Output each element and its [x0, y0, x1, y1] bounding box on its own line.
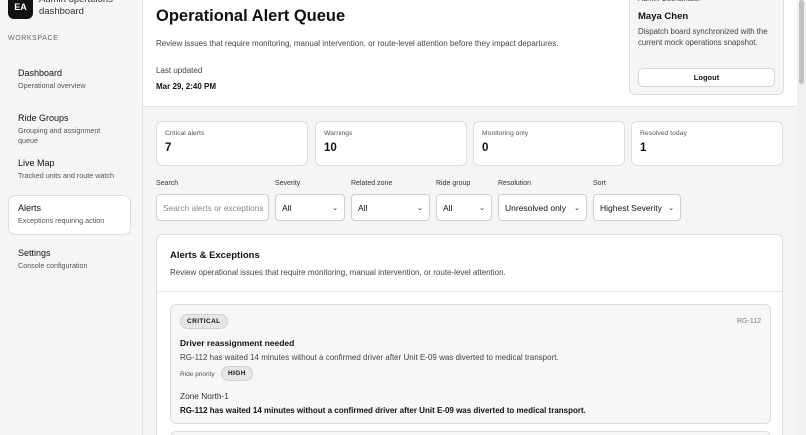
chevron-down-icon: ⌄ — [332, 204, 338, 212]
sidebar-item-label: Alerts — [18, 203, 42, 213]
stat-label: Resolved today — [640, 130, 687, 137]
page-header: Operational Alert Queue Review issues th… — [143, 0, 797, 107]
sidebar-item-subtitle: Grouping and assignment queue — [18, 126, 101, 145]
ride-group-label: Ride group — [436, 180, 471, 187]
priority-badge: HIGH — [221, 366, 253, 381]
sidebar-item-label: Settings — [18, 248, 51, 258]
stat-label: Monitoring only — [482, 130, 529, 137]
zone-label: Related zone — [351, 180, 393, 187]
severity-value: All — [282, 202, 292, 213]
severity-select[interactable]: All ⌄ — [275, 194, 345, 221]
alerts-panel-description: Review operational issues that require m… — [170, 268, 506, 277]
logout-button[interactable]: Logout — [638, 68, 775, 87]
search-input[interactable]: Search alerts or exceptions — [156, 194, 269, 221]
sidebar-item-live-map[interactable]: Live Map Tracked units and route watch — [8, 150, 131, 190]
stat-label: Warnings — [324, 130, 353, 137]
page-description: Review issues that require monitoring, m… — [156, 39, 559, 48]
sidebar-item-label: Dashboard — [18, 68, 63, 78]
chevron-down-icon: ⌄ — [574, 204, 580, 212]
sidebar-item-subtitle: Console configuration — [18, 261, 88, 270]
sidebar-nav: Dashboard Operational overview Ride Grou… — [8, 60, 131, 285]
stat-value: 10 — [324, 142, 337, 154]
sidebar-item-dashboard[interactable]: Dashboard Operational overview — [8, 60, 131, 100]
ride-group-value: All — [443, 202, 453, 213]
resolution-value: Unresolved only — [505, 202, 566, 213]
sidebar-item-subtitle: Tracked units and route watch — [18, 171, 115, 180]
chevron-down-icon: ⌄ — [479, 204, 485, 212]
alert-ride-group-id: RG-112 — [737, 318, 761, 325]
chevron-down-icon: ⌄ — [417, 204, 423, 212]
stat-value: 7 — [165, 142, 172, 154]
sort-label: Sort — [593, 180, 606, 187]
alerts-panel-title: Alerts & Exceptions — [170, 250, 260, 261]
stat-value: 0 — [482, 142, 489, 154]
zone-select[interactable]: All ⌄ — [351, 194, 430, 221]
brand: EA Admin operations dashboard — [8, 0, 119, 19]
sidebar: EA Admin operations dashboard WORKSPACE … — [0, 0, 143, 435]
alert-card[interactable]: CRITICAL RG-112 Driver reassignment need… — [170, 304, 771, 424]
resolution-filter: Resolution Unresolved only ⌄ — [498, 180, 587, 221]
brand-avatar: EA — [8, 0, 33, 19]
ride-group-filter: Ride group All ⌄ — [436, 180, 492, 221]
last-updated-value: Mar 29, 2:40 PM — [156, 82, 217, 91]
sidebar-item-label: Live Map — [18, 158, 55, 168]
user-role: Admin Coordinator — [638, 0, 701, 3]
alert-detail: RG-112 has waited 14 minutes without a c… — [180, 406, 586, 415]
last-updated-label: Last updated — [156, 66, 203, 75]
sort-select[interactable]: Highest Severity ⌄ — [593, 194, 681, 221]
alerts-panel: Alerts & Exceptions Review operational i… — [156, 234, 783, 435]
stat-label: Critical alerts — [165, 130, 205, 137]
stat-value: 1 — [640, 142, 647, 154]
severity-badge: CRITICAL — [180, 314, 228, 329]
severity-filter: Severity All ⌄ — [275, 180, 345, 221]
resolution-label: Resolution — [498, 180, 532, 187]
sidebar-item-alerts[interactable]: Alerts Exceptions requiring action — [8, 195, 131, 235]
stat-resolved-today: Resolved today 1 — [631, 121, 783, 166]
sidebar-section-label: WORKSPACE — [8, 35, 59, 42]
sort-filter: Sort Highest Severity ⌄ — [593, 180, 681, 221]
search-filter: Search Search alerts or exceptions — [156, 180, 269, 221]
alert-zone: Zone North-1 — [180, 391, 229, 401]
sidebar-item-ride-groups[interactable]: Ride Groups Grouping and assignment queu… — [8, 105, 131, 145]
alert-title: Driver reassignment needed — [180, 338, 295, 348]
alert-card[interactable] — [170, 431, 771, 435]
page-title: Operational Alert Queue — [156, 7, 346, 25]
alert-description: RG-112 has waited 14 minutes without a c… — [180, 353, 559, 362]
zone-value: All — [358, 202, 368, 213]
stat-monitoring-only: Monitoring only 0 — [473, 121, 625, 166]
sidebar-item-settings[interactable]: Settings Console configuration — [8, 240, 131, 280]
sidebar-item-label: Ride Groups — [18, 113, 69, 123]
sort-value: Highest Severity — [600, 202, 662, 213]
ride-priority-label: Ride priority — [180, 371, 215, 378]
divider — [157, 291, 782, 292]
page-scrollbar[interactable] — [797, 0, 806, 435]
search-label: Search — [156, 180, 179, 187]
user-name: Maya Chen — [638, 11, 689, 22]
sidebar-item-subtitle: Exceptions requiring action — [18, 216, 105, 225]
resolution-select[interactable]: Unresolved only ⌄ — [498, 194, 587, 221]
severity-label: Severity — [275, 180, 301, 187]
sidebar-item-subtitle: Operational overview — [18, 81, 86, 90]
user-sync-note: Dispatch board synchronized with the cur… — [638, 27, 768, 47]
chevron-down-icon: ⌄ — [668, 204, 674, 212]
user-card: Admin Coordinator Maya Chen Dispatch boa… — [629, 0, 784, 95]
zone-filter: Related zone All ⌄ — [351, 180, 430, 221]
stat-critical-alerts: Critical alerts 7 — [156, 121, 308, 166]
scrollbar-thumb[interactable] — [799, 0, 804, 84]
ride-group-select[interactable]: All ⌄ — [436, 194, 492, 221]
brand-title: Admin operations dashboard — [39, 0, 113, 17]
stat-warnings: Warnings 10 — [315, 121, 467, 166]
